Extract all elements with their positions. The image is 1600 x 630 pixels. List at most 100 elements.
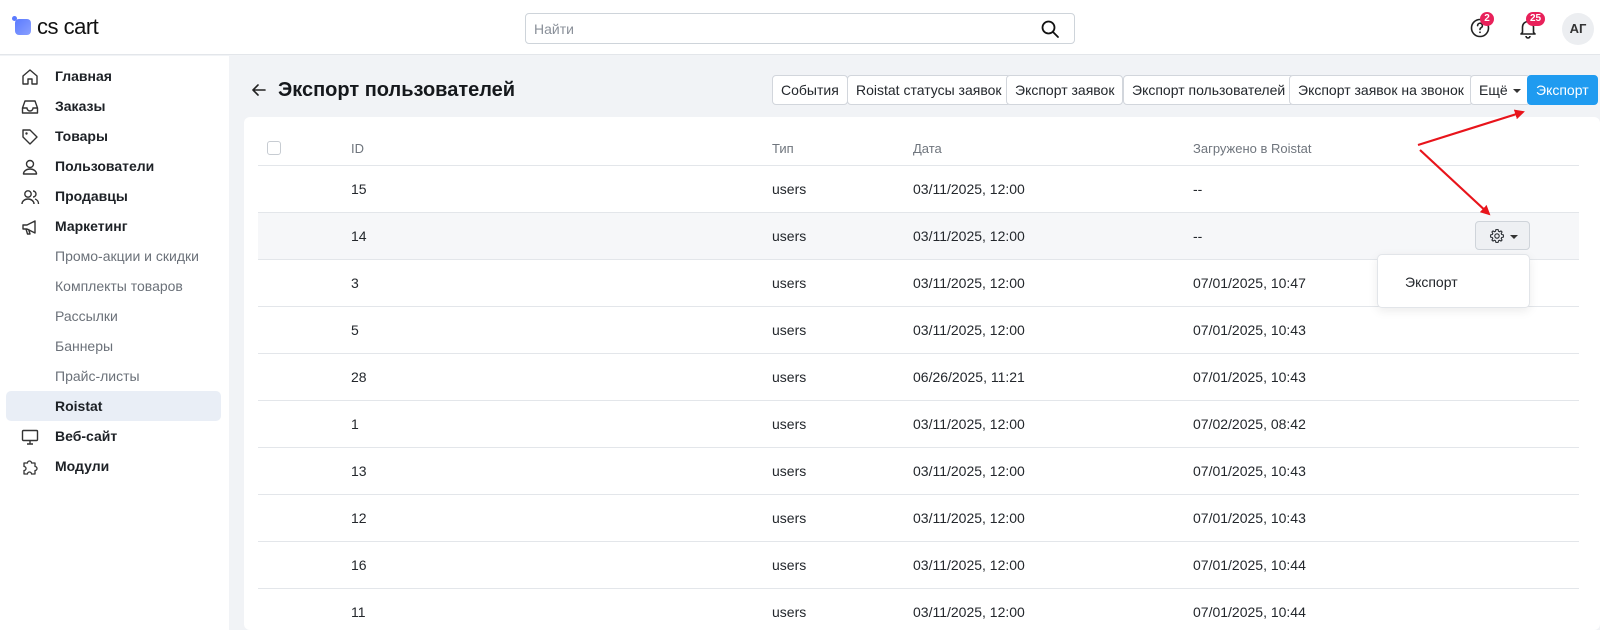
column-header-type[interactable]: Тип xyxy=(772,141,794,156)
cell-id: 15 xyxy=(351,181,367,197)
export-orders-button[interactable]: Экспорт заявок xyxy=(1006,75,1124,105)
cell-date: 03/11/2025, 12:00 xyxy=(913,228,1025,244)
sidebar-item-label: Веб-сайт xyxy=(55,428,118,444)
sidebar-item-label: Промо-акции и скидки xyxy=(55,248,199,264)
cell-uploaded: 07/01/2025, 10:43 xyxy=(1193,463,1306,479)
cell-type: users xyxy=(772,510,807,526)
notifications-badge: 25 xyxy=(1526,12,1546,26)
cell-id: 14 xyxy=(351,228,367,244)
back-arrow-icon[interactable] xyxy=(251,82,267,98)
inbox-icon xyxy=(21,100,39,114)
sidebar-item-marketing[interactable]: Маркетинг xyxy=(6,211,221,241)
cell-uploaded: -- xyxy=(1193,228,1203,244)
cell-id: 11 xyxy=(351,604,366,620)
cell-id: 28 xyxy=(351,369,367,385)
cell-date: 03/11/2025, 12:00 xyxy=(913,275,1025,291)
notifications-button[interactable]: 25 xyxy=(1516,12,1546,40)
cell-type: users xyxy=(772,181,807,197)
sidebar-item-banners[interactable]: Баннеры xyxy=(6,331,221,361)
sidebar-item-vendors[interactable]: Продавцы xyxy=(6,181,221,211)
help-button[interactable]: 2 xyxy=(1468,12,1494,40)
table-row[interactable]: 1 users 03/11/2025, 12:00 07/02/2025, 08… xyxy=(258,401,1579,448)
table-row[interactable]: 5 users 03/11/2025, 12:00 07/01/2025, 10… xyxy=(258,307,1579,354)
more-dropdown-button[interactable]: Ещё xyxy=(1470,75,1530,105)
cell-id: 12 xyxy=(351,510,367,526)
table-row[interactable]: 11 users 03/11/2025, 12:00 07/01/2025, 1… xyxy=(258,589,1579,630)
cell-date: 03/11/2025, 12:00 xyxy=(913,181,1025,197)
sidebar-item-label: Маркетинг xyxy=(55,218,128,234)
monitor-icon xyxy=(21,429,39,445)
sidebar-item-modules[interactable]: Модули xyxy=(6,451,221,481)
cell-type: users xyxy=(772,416,807,432)
cell-id: 13 xyxy=(351,463,367,479)
cell-uploaded: 07/01/2025, 10:43 xyxy=(1193,369,1306,385)
sidebar-item-newsletters[interactable]: Рассылки xyxy=(6,301,221,331)
events-button[interactable]: События xyxy=(772,75,848,105)
sidebar-item-label: Прайс-листы xyxy=(55,368,140,384)
search-icon[interactable] xyxy=(1040,19,1060,39)
more-label: Ещё xyxy=(1479,82,1508,98)
top-header: cs cart 2 25 АГ xyxy=(0,0,1600,55)
cell-uploaded: 07/01/2025, 10:43 xyxy=(1193,510,1306,526)
sidebar-item-website[interactable]: Веб-сайт xyxy=(6,421,221,451)
table-row[interactable]: 15 users 03/11/2025, 12:00 -- xyxy=(258,166,1579,213)
sidebar-item-price-lists[interactable]: Прайс-листы xyxy=(6,361,221,391)
row-actions-dropdown: Экспорт xyxy=(1377,254,1530,308)
cell-date: 03/11/2025, 12:00 xyxy=(913,463,1025,479)
cell-uploaded: -- xyxy=(1193,181,1203,197)
export-button[interactable]: Экспорт xyxy=(1527,75,1598,105)
sidebar: Главная Заказы Товары Пользователи Прода… xyxy=(0,56,229,630)
cell-type: users xyxy=(772,275,807,291)
cell-id: 1 xyxy=(351,416,359,432)
cell-type: users xyxy=(772,557,807,573)
sidebar-item-home[interactable]: Главная xyxy=(6,61,221,91)
column-header-date[interactable]: Дата xyxy=(913,141,942,156)
avatar[interactable]: АГ xyxy=(1562,13,1594,45)
table-row[interactable]: 28 users 06/26/2025, 11:21 07/01/2025, 1… xyxy=(258,354,1579,401)
export-users-button[interactable]: Экспорт пользователей xyxy=(1123,75,1295,105)
roistat-statuses-button[interactable]: Roistat статусы заявок xyxy=(847,75,1011,105)
cell-date: 03/11/2025, 12:00 xyxy=(913,510,1025,526)
page-title: Экспорт пользователей xyxy=(278,79,516,101)
search-input[interactable] xyxy=(526,14,1026,43)
help-badge: 2 xyxy=(1480,12,1494,26)
select-all-checkbox[interactable] xyxy=(267,141,281,155)
cell-date: 03/11/2025, 12:00 xyxy=(913,604,1025,620)
cell-type: users xyxy=(772,463,807,479)
gear-icon xyxy=(1489,228,1505,244)
cell-id: 5 xyxy=(351,322,359,338)
sidebar-item-products[interactable]: Товары xyxy=(6,121,221,151)
column-header-id[interactable]: ID xyxy=(351,141,364,156)
sidebar-item-roistat[interactable]: Roistat xyxy=(6,391,221,421)
sidebar-item-label: Комплекты товаров xyxy=(55,278,183,294)
megaphone-icon xyxy=(22,220,36,235)
row-actions-button[interactable] xyxy=(1475,221,1530,250)
cell-uploaded: 07/01/2025, 10:44 xyxy=(1193,604,1306,620)
dropdown-item-export[interactable]: Экспорт xyxy=(1405,274,1458,290)
cell-type: users xyxy=(772,604,807,620)
sidebar-item-label: Пользователи xyxy=(55,158,155,174)
cell-date: 03/11/2025, 12:00 xyxy=(913,416,1025,432)
sidebar-item-users[interactable]: Пользователи xyxy=(6,151,221,181)
search-box xyxy=(525,13,1075,44)
sidebar-item-label: Модули xyxy=(55,458,110,474)
cs-cart-logo[interactable]: cs cart xyxy=(12,14,99,40)
table-row[interactable]: 16 users 03/11/2025, 12:00 07/01/2025, 1… xyxy=(258,542,1579,589)
sidebar-item-label: Главная xyxy=(55,68,112,84)
sidebar-item-label: Продавцы xyxy=(55,188,128,204)
cell-type: users xyxy=(772,228,807,244)
sidebar-item-orders[interactable]: Заказы xyxy=(6,91,221,121)
sidebar-item-promotions[interactable]: Промо-акции и скидки xyxy=(6,241,221,271)
cell-uploaded: 07/01/2025, 10:44 xyxy=(1193,557,1306,573)
table-row[interactable]: 14 users 03/11/2025, 12:00 -- xyxy=(258,213,1579,260)
home-icon xyxy=(22,69,38,85)
table-row[interactable]: 13 users 03/11/2025, 12:00 07/01/2025, 1… xyxy=(258,448,1579,495)
export-callback-button[interactable]: Экспорт заявок на звонок xyxy=(1289,75,1473,105)
table-row[interactable]: 12 users 03/11/2025, 12:00 07/01/2025, 1… xyxy=(258,495,1579,542)
sidebar-item-bundles[interactable]: Комплекты товаров xyxy=(6,271,221,301)
cell-id: 16 xyxy=(351,557,367,573)
sidebar-item-label: Баннеры xyxy=(55,338,114,354)
column-header-uploaded[interactable]: Загружено в Roistat xyxy=(1193,141,1311,156)
puzzle-icon xyxy=(23,460,38,475)
cell-date: 03/11/2025, 12:00 xyxy=(913,322,1025,338)
